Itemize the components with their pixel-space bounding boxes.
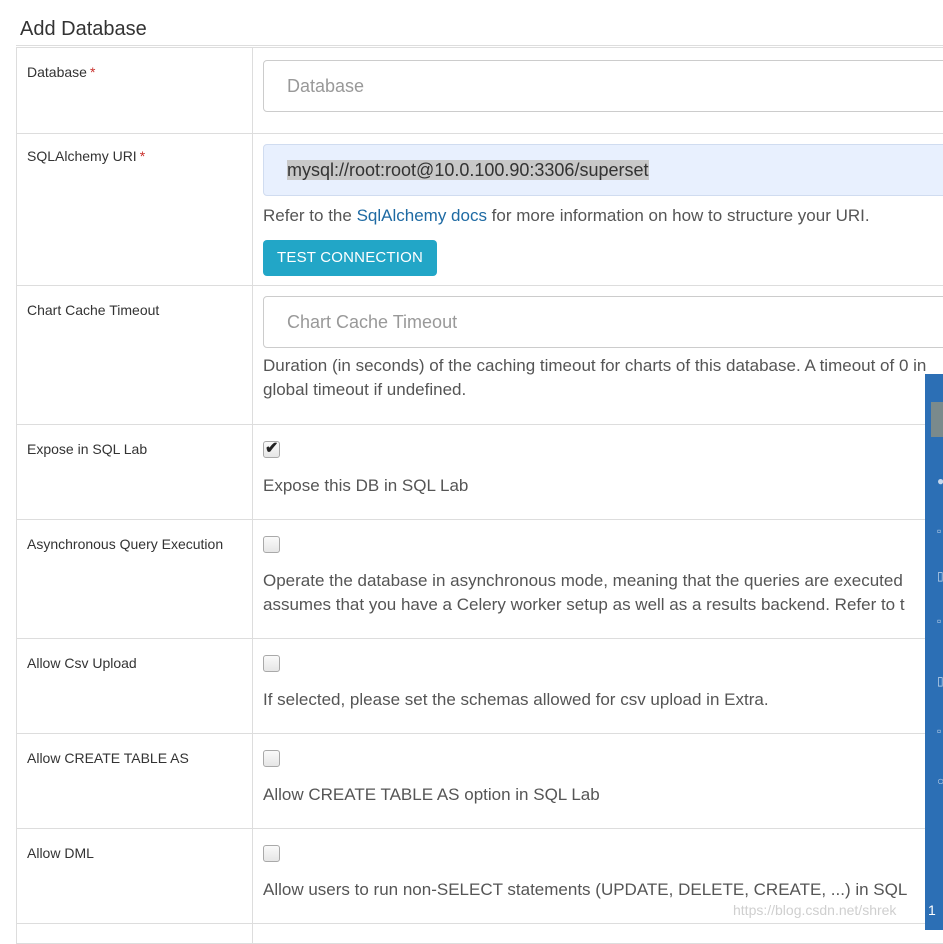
database-name-input[interactable] bbox=[263, 60, 943, 112]
circle-icon: ○ bbox=[937, 774, 943, 788]
form-row-next bbox=[17, 924, 943, 944]
label-cell: Allow CREATE TABLE AS bbox=[17, 734, 253, 829]
field-label-expose-in-sqllab: Expose in SQL Lab bbox=[17, 425, 252, 457]
doc-icon: ▯ bbox=[937, 569, 943, 583]
form-row-database: Database* bbox=[17, 48, 943, 134]
sqlalchemy-uri-help: Refer to the SqlAlchemy docs for more in… bbox=[263, 204, 943, 228]
expose-in-sqllab-help: Expose this DB in SQL Lab bbox=[263, 474, 943, 498]
control-cell bbox=[253, 48, 943, 134]
database-form: Database* SQLAlchemy URI* mysql://root:r… bbox=[16, 47, 943, 944]
title-divider bbox=[16, 45, 943, 46]
label-cell: Asynchronous Query Execution bbox=[17, 520, 253, 639]
chart-cache-timeout-help-line2: global timeout if undefined. bbox=[263, 378, 943, 402]
sqlalchemy-uri-input[interactable]: mysql://root:root@10.0.100.90:3306/super… bbox=[263, 144, 943, 196]
watermark-text: https://blog.csdn.net/shrek bbox=[733, 902, 896, 918]
form-row-sqlalchemy-uri: SQLAlchemy URI* mysql://root:root@10.0.1… bbox=[17, 134, 943, 286]
allow-csv-upload-help: If selected, please set the schemas allo… bbox=[263, 688, 943, 712]
field-label-allow-csv-upload: Allow Csv Upload bbox=[17, 639, 252, 671]
label-cell: Allow DML bbox=[17, 829, 253, 924]
allow-ctas-help: Allow CREATE TABLE AS option in SQL Lab bbox=[263, 783, 943, 807]
async-query-help-line1: Operate the database in asynchronous mod… bbox=[263, 569, 943, 593]
share-icon: ▫ bbox=[937, 524, 941, 538]
required-mark: * bbox=[90, 64, 95, 80]
control-cell bbox=[253, 924, 943, 944]
page-title: Add Database bbox=[20, 18, 147, 41]
async-query-help-line2: assumes that you have a Celery worker se… bbox=[263, 593, 943, 617]
allow-ctas-checkbox[interactable] bbox=[263, 750, 280, 767]
form-row-allow-ctas: Allow CREATE TABLE AS Allow CREATE TABLE… bbox=[17, 734, 943, 829]
thumbnail-image bbox=[931, 402, 943, 437]
expose-in-sqllab-checkbox[interactable]: ✔ bbox=[263, 441, 280, 458]
field-label-allow-dml: Allow DML bbox=[17, 829, 252, 861]
sqlalchemy-docs-link[interactable]: SqlAlchemy docs bbox=[357, 206, 487, 225]
required-mark: * bbox=[140, 148, 145, 164]
box-icon: ▫ bbox=[937, 724, 941, 738]
label-cell: SQLAlchemy URI* bbox=[17, 134, 253, 286]
bookmark-icon: ▯ bbox=[937, 674, 943, 688]
chart-cache-timeout-input[interactable] bbox=[263, 296, 943, 348]
async-query-checkbox[interactable] bbox=[263, 536, 280, 553]
label-cell: Database* bbox=[17, 48, 253, 134]
chat-icon: ● bbox=[937, 474, 943, 488]
field-label-chart-cache-timeout: Chart Cache Timeout bbox=[17, 286, 252, 318]
allow-csv-upload-checkbox[interactable] bbox=[263, 655, 280, 672]
field-label-allow-ctas: Allow CREATE TABLE AS bbox=[17, 734, 252, 766]
control-cell: Allow CREATE TABLE AS option in SQL Lab bbox=[253, 734, 943, 829]
chart-cache-timeout-help-line1: Duration (in seconds) of the caching tim… bbox=[263, 354, 943, 378]
control-cell: If selected, please set the schemas allo… bbox=[253, 639, 943, 734]
form-row-chart-cache-timeout: Chart Cache Timeout Duration (in seconds… bbox=[17, 286, 943, 425]
label-cell: Expose in SQL Lab bbox=[17, 425, 253, 520]
list-icon: ▫ bbox=[937, 614, 941, 628]
label-cell: Chart Cache Timeout bbox=[17, 286, 253, 425]
label-cell bbox=[17, 924, 253, 944]
form-row-allow-csv-upload: Allow Csv Upload If selected, please set… bbox=[17, 639, 943, 734]
side-strip-number: 1 bbox=[928, 902, 936, 918]
allow-dml-help: Allow users to run non-SELECT statements… bbox=[263, 878, 943, 902]
control-cell: mysql://root:root@10.0.100.90:3306/super… bbox=[253, 134, 943, 286]
allow-dml-checkbox[interactable] bbox=[263, 845, 280, 862]
control-cell: Operate the database in asynchronous mod… bbox=[253, 520, 943, 639]
label-cell: Allow Csv Upload bbox=[17, 639, 253, 734]
control-cell: Duration (in seconds) of the caching tim… bbox=[253, 286, 943, 425]
field-label-database: Database* bbox=[17, 48, 252, 80]
field-label-async-query: Asynchronous Query Execution bbox=[17, 520, 252, 552]
control-cell: ✔ Expose this DB in SQL Lab bbox=[253, 425, 943, 520]
test-connection-button[interactable]: TEST CONNECTION bbox=[263, 240, 437, 276]
overlay-side-panel[interactable]: ● ▫ ▯ ▫ ▯ ▫ ○ 1 bbox=[925, 374, 943, 930]
form-row-async-query: Asynchronous Query Execution Operate the… bbox=[17, 520, 943, 639]
uri-value: mysql://root:root@10.0.100.90:3306/super… bbox=[287, 160, 649, 180]
field-label-sqlalchemy-uri: SQLAlchemy URI* bbox=[17, 134, 252, 164]
checkmark-icon: ✔ bbox=[265, 438, 278, 458]
form-row-expose-in-sqllab: Expose in SQL Lab ✔ Expose this DB in SQ… bbox=[17, 425, 943, 520]
